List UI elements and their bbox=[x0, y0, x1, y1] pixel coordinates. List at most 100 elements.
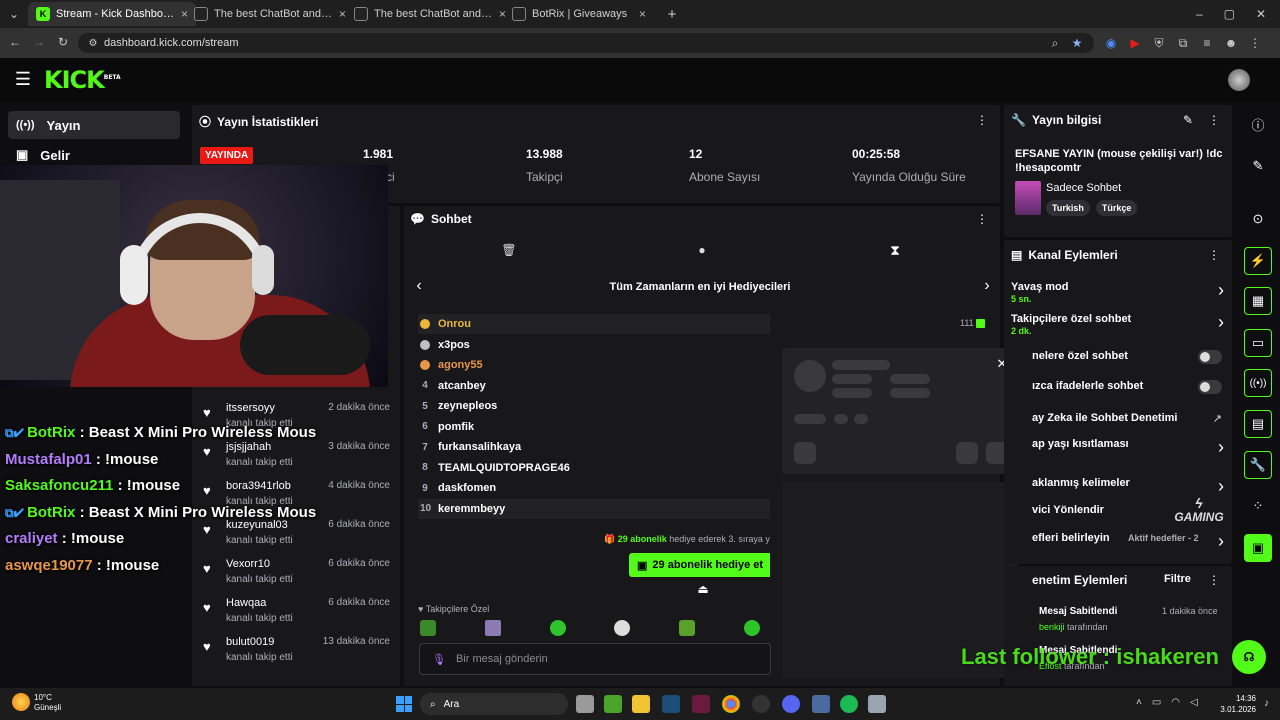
more-menu-icon[interactable]: ⋮ bbox=[1248, 36, 1262, 50]
chevron-left-icon[interactable]: ‹ bbox=[412, 277, 426, 294]
steam-icon[interactable] bbox=[662, 695, 680, 713]
chat-input[interactable]: 🎙 Bir mesaj gönderin bbox=[419, 643, 771, 675]
minecraft-icon[interactable] bbox=[604, 695, 622, 713]
emote-icon[interactable] bbox=[420, 620, 436, 636]
emote-icon[interactable] bbox=[679, 620, 696, 636]
bookmark-star-icon[interactable]: ★ bbox=[1070, 36, 1084, 50]
kebab-menu-icon[interactable]: ⋮ bbox=[1208, 248, 1220, 262]
grid-icon[interactable]: ⁘ bbox=[1244, 492, 1272, 520]
printer-icon[interactable]: ▤ bbox=[1244, 410, 1272, 438]
tab-botrix-2[interactable]: The best ChatBot and Widgets× bbox=[346, 2, 514, 26]
trash-icon[interactable]: 🗑 bbox=[501, 243, 516, 257]
kebab-menu-icon[interactable]: ⋮ bbox=[976, 113, 988, 127]
tab-kick-dashboard[interactable]: K Stream - Kick Dashboard × bbox=[28, 2, 196, 26]
app-icon[interactable] bbox=[752, 695, 770, 713]
edit-icon[interactable]: ✎ bbox=[1182, 113, 1194, 127]
chat-icon[interactable]: ▭ bbox=[1244, 329, 1272, 357]
channel-action-item[interactable]: ay Zeka ile Sohbet Denetimi ↗ bbox=[1032, 412, 1226, 438]
minimize-icon[interactable]: – bbox=[1196, 7, 1203, 21]
chevron-up-icon[interactable]: ˄ bbox=[1136, 697, 1142, 711]
taskbar-search[interactable]: ⌕ Ara bbox=[420, 693, 568, 715]
document-icon[interactable]: ▦ bbox=[1244, 287, 1272, 315]
zoom-icon[interactable]: ⌕ bbox=[1048, 36, 1062, 50]
close-icon[interactable]: × bbox=[639, 7, 646, 21]
extension-icon[interactable]: ▣ bbox=[1244, 534, 1272, 562]
notification-bell-icon[interactable]: ♪ bbox=[1264, 698, 1274, 710]
chrome-icon[interactable] bbox=[722, 695, 740, 713]
reload-icon[interactable]: ↻ bbox=[56, 35, 70, 49]
window-controls[interactable]: – ▢ ✕ bbox=[1196, 6, 1266, 22]
subscribers-only-toggle[interactable] bbox=[1198, 350, 1222, 364]
settings-icon[interactable] bbox=[868, 695, 886, 713]
eject-icon[interactable]: ⏏ bbox=[696, 582, 710, 596]
gift-subs-button[interactable]: ▣ 29 abonelik hediye et bbox=[629, 553, 770, 577]
network-icon[interactable]: ▭ bbox=[1152, 697, 1161, 711]
new-tab-icon[interactable]: + bbox=[664, 6, 680, 23]
reading-list-icon[interactable]: ≡ bbox=[1200, 36, 1214, 50]
microphone-icon[interactable]: 🎙 bbox=[432, 653, 446, 666]
weather-icon[interactable] bbox=[12, 693, 30, 711]
chevron-right-icon[interactable]: › bbox=[1218, 281, 1224, 299]
maximize-icon[interactable]: ▢ bbox=[1224, 7, 1235, 21]
tab-search-icon[interactable]: ⌄ bbox=[6, 6, 22, 22]
target-icon[interactable]: ⊙ bbox=[1244, 205, 1272, 233]
hamburger-menu-icon[interactable]: ☰ bbox=[14, 69, 32, 89]
emote-icon[interactable] bbox=[743, 620, 760, 636]
kebab-menu-icon[interactable]: ⋮ bbox=[1208, 573, 1220, 587]
lightning-icon[interactable]: ⚡ bbox=[1244, 247, 1272, 275]
broadcast-icon[interactable]: ((•)) bbox=[1244, 369, 1272, 397]
kebab-menu-icon[interactable]: ⋮ bbox=[976, 212, 988, 226]
info-icon[interactable]: ⓘ bbox=[1244, 110, 1272, 138]
back-icon[interactable]: ← bbox=[8, 35, 22, 49]
emote-icon[interactable] bbox=[484, 620, 501, 636]
channel-action-item[interactable]: efleri belirleyin Aktif hedefler - 2 › bbox=[1032, 532, 1226, 558]
filter-button[interactable]: Filtre bbox=[1164, 573, 1191, 585]
chat-icon[interactable]: ● bbox=[695, 243, 709, 257]
pencil-icon[interactable]: ✎ bbox=[1244, 152, 1272, 180]
chevron-right-icon[interactable]: › bbox=[1218, 477, 1224, 495]
site-info-icon[interactable]: ⚙ bbox=[86, 36, 100, 50]
tab-botrix-giveaways[interactable]: BotRix | Giveaways × bbox=[504, 2, 654, 26]
puzzle-icon[interactable]: ⧉ bbox=[1176, 36, 1190, 50]
kick-logo[interactable]: KICKBETA bbox=[44, 66, 121, 94]
sidebar-item-yayin[interactable]: ((•)) Yayın bbox=[8, 111, 180, 139]
shield-icon[interactable]: ⛨ bbox=[1152, 36, 1166, 50]
kebab-menu-icon[interactable]: ⋮ bbox=[1208, 113, 1220, 127]
discord-icon[interactable] bbox=[782, 695, 800, 713]
wifi-icon[interactable]: ◠ bbox=[1171, 697, 1180, 711]
volume-icon[interactable]: ◁ bbox=[1190, 697, 1198, 711]
headset-support-icon[interactable]: ☊ bbox=[1232, 640, 1266, 674]
emote-only-toggle[interactable] bbox=[1198, 380, 1222, 394]
chevron-right-icon[interactable]: › bbox=[1218, 313, 1224, 331]
emote-icon[interactable] bbox=[614, 620, 631, 636]
close-window-icon[interactable]: ✕ bbox=[1256, 7, 1266, 21]
channel-action-item[interactable]: Yavaş mod 5 sn. › bbox=[1011, 281, 1226, 307]
emote-icon[interactable] bbox=[549, 620, 566, 636]
wrench-icon[interactable]: 🔧 bbox=[1244, 451, 1272, 479]
app-icon[interactable] bbox=[692, 695, 710, 713]
extension-icon[interactable]: ◉ bbox=[1104, 36, 1118, 50]
address-input[interactable]: dashboard.kick.com/stream bbox=[78, 33, 1094, 53]
profile-icon[interactable]: ☻ bbox=[1224, 36, 1238, 50]
weather-widget[interactable]: 10°C Güneşli bbox=[34, 693, 61, 713]
channel-action-item[interactable]: ap yaşı kısıtlaması › bbox=[1032, 438, 1226, 464]
tab-botrix-1[interactable]: The best ChatBot and Widg× bbox=[186, 2, 354, 26]
clock[interactable]: 14:36 3.01.2026 bbox=[1206, 693, 1256, 715]
windows-start-icon[interactable] bbox=[396, 696, 412, 712]
channel-action-item[interactable]: Takipçilere özel sohbet 2 dk. › bbox=[1011, 313, 1226, 339]
spotify-icon[interactable] bbox=[840, 695, 858, 713]
chevron-right-icon[interactable]: › bbox=[1218, 532, 1224, 550]
app-icon[interactable] bbox=[812, 695, 830, 713]
chevron-right-icon[interactable]: › bbox=[1218, 438, 1224, 456]
youtube-extension-icon[interactable]: ▶ bbox=[1128, 36, 1142, 50]
close-icon[interactable]: × bbox=[339, 7, 346, 21]
avatar[interactable] bbox=[1228, 69, 1250, 91]
folder-icon[interactable] bbox=[632, 695, 650, 713]
channel-action-item[interactable]: ızca ifadelerle sohbet bbox=[1032, 380, 1226, 406]
chevron-right-icon[interactable]: › bbox=[980, 277, 994, 294]
forward-icon[interactable]: → bbox=[32, 35, 46, 49]
task-view-icon[interactable] bbox=[576, 695, 594, 713]
external-link-icon[interactable]: ↗ bbox=[1213, 412, 1222, 425]
hourglass-icon[interactable]: ⧗ bbox=[888, 242, 902, 258]
channel-action-item[interactable]: nelere özel sohbet bbox=[1032, 350, 1226, 376]
